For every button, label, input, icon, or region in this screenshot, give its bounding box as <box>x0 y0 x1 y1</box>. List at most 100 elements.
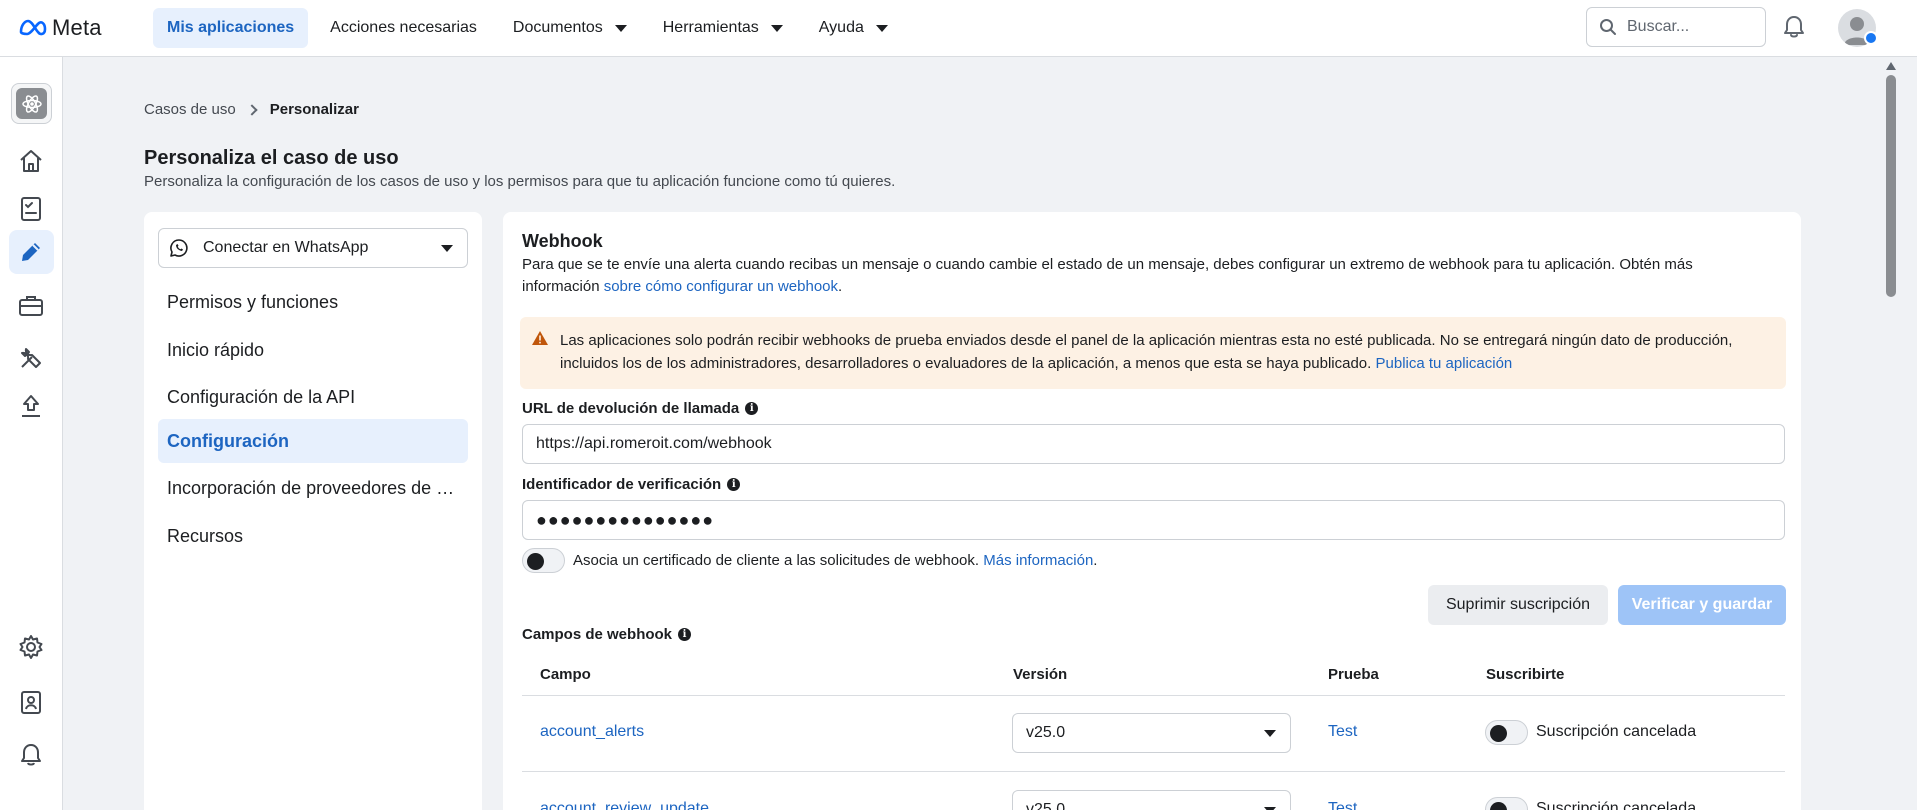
verify-token-input[interactable] <box>522 500 1785 540</box>
caret-down-icon <box>1264 730 1276 737</box>
publish-app-link[interactable]: Publica tu aplicación <box>1376 355 1513 372</box>
nav-acciones-necesarias[interactable]: Acciones necesarias <box>316 8 491 48</box>
field-label-text: URL de devolución de llamada <box>522 400 740 417</box>
info-icon[interactable]: i <box>678 628 692 641</box>
sidebar-item-label: Incorporación de proveedores de … <box>167 477 455 498</box>
column-header-prueba: Prueba <box>1328 666 1379 683</box>
sidebar-item-permisos[interactable]: Permisos y funciones <box>158 280 468 324</box>
caret-down-icon <box>441 245 453 252</box>
breadcrumb: Casos de uso Personalizar <box>144 101 359 118</box>
table-divider <box>522 695 1785 696</box>
client-cert-text: Asocia un certificado de cliente a las s… <box>573 552 1097 569</box>
nav-herramientas[interactable]: Herramientas <box>649 8 797 48</box>
webhook-panel: Webhook Para que se te envíe una alerta … <box>503 212 1801 810</box>
atom-icon <box>16 88 47 119</box>
nav-label: Documentos <box>512 19 603 36</box>
subscribe-toggle[interactable] <box>1485 797 1528 810</box>
unsubscribe-button[interactable]: Suprimir suscripción <box>1428 585 1608 625</box>
sidebar-item-proveedores[interactable]: Incorporación de proveedores de … <box>158 466 468 510</box>
field-account-review-update[interactable]: account_review_update <box>540 800 709 810</box>
version-select[interactable]: v25.0 <box>1012 790 1291 810</box>
facebook-badge-icon <box>1864 31 1878 45</box>
nav-label: Acciones necesarias <box>330 19 477 36</box>
column-header-campo: Campo <box>540 666 591 683</box>
test-link[interactable]: Test <box>1328 723 1357 741</box>
sidebar-item-label: Recursos <box>167 525 244 546</box>
test-link[interactable]: Test <box>1328 800 1357 810</box>
meta-infinity-icon <box>19 19 47 36</box>
nav-label: Herramientas <box>662 19 759 36</box>
nav-mis-aplicaciones[interactable]: Mis aplicaciones <box>153 8 309 48</box>
nav-ayuda[interactable]: Ayuda <box>805 8 902 48</box>
sidebar-item-label: Configuración de la API <box>167 386 356 407</box>
page-title: Personaliza el caso de uso <box>144 147 399 169</box>
subscription-status: Suscripción cancelada <box>1536 723 1697 740</box>
callback-url-label: URL de devolución de llamada i <box>522 400 759 417</box>
sidebar-item-label: Configuración <box>167 430 289 451</box>
test-webhooks-alert: Las aplicaciones solo podrán recibir web… <box>520 317 1786 389</box>
breadcrumb-current: Personalizar <box>269 101 359 118</box>
home-icon[interactable] <box>15 145 47 177</box>
tools-icon[interactable] <box>15 342 47 374</box>
alert-text: Las aplicaciones solo podrán recibir web… <box>560 332 1733 372</box>
webhook-title: Webhook <box>522 231 603 251</box>
contact-card-icon[interactable] <box>15 686 47 718</box>
cert-end: . <box>1093 552 1098 569</box>
notifications-bell-icon[interactable] <box>1782 14 1806 45</box>
upload-icon[interactable] <box>15 390 47 422</box>
cert-text: Asocia un certificado de cliente a las s… <box>573 552 984 569</box>
search-input[interactable] <box>1627 18 1757 36</box>
sidebar-item-recursos[interactable]: Recursos <box>158 514 468 558</box>
chevron-right-icon <box>246 103 258 116</box>
meta-logo[interactable]: Meta <box>18 15 153 41</box>
caret-down-icon <box>770 24 783 32</box>
scroll-up-arrow-icon[interactable] <box>1886 62 1896 70</box>
table-divider <box>522 771 1785 772</box>
top-nav-bar: Meta Mis aplicaciones Acciones necesaria… <box>0 0 1917 57</box>
search-box[interactable] <box>1586 7 1766 47</box>
gear-icon[interactable] <box>15 631 47 663</box>
logo-text: Meta <box>52 15 102 40</box>
more-info-link[interactable]: Más información <box>983 552 1093 569</box>
column-header-suscribirte: Suscribirte <box>1486 666 1565 683</box>
breadcrumb-casos-de-uso[interactable]: Casos de uso <box>144 101 236 118</box>
info-icon[interactable]: i <box>745 402 759 415</box>
briefcase-icon[interactable] <box>15 290 47 322</box>
webhook-fields-label: Campos de webhook i <box>522 626 692 643</box>
page-subtitle: Personaliza la configuración de los caso… <box>144 173 896 190</box>
search-icon <box>1600 19 1616 35</box>
sidebar-item-config-api[interactable]: Configuración de la API <box>158 375 468 419</box>
caret-down-icon <box>614 24 627 32</box>
checklist-icon[interactable] <box>15 193 47 225</box>
nav-documentos[interactable]: Documentos <box>499 8 641 48</box>
warning-icon <box>532 331 548 345</box>
callback-url-input[interactable] <box>522 424 1785 464</box>
toggle-knob <box>1490 725 1507 742</box>
field-account-alerts[interactable]: account_alerts <box>540 723 644 741</box>
field-label-text: Campos de webhook <box>522 626 673 643</box>
version-value: v25.0 <box>1026 801 1066 810</box>
column-header-version: Versión <box>1013 666 1068 683</box>
sidebar-item-label: Inicio rápido <box>167 339 265 360</box>
subscription-status: Suscripción cancelada <box>1536 800 1697 810</box>
app-icon-button[interactable] <box>11 83 52 124</box>
info-icon[interactable]: i <box>727 478 741 491</box>
verify-token-label: Identificador de verificación i <box>522 476 741 493</box>
main-nav: Mis aplicaciones Acciones necesarias Doc… <box>153 0 910 57</box>
sidebar-item-configuracion[interactable]: Configuración <box>158 419 468 463</box>
subscribe-toggle[interactable] <box>1485 720 1528 745</box>
use-case-menu-panel: Conectar en WhatsApp Permisos y funcione… <box>144 212 482 810</box>
scrollbar-thumb[interactable] <box>1886 75 1896 297</box>
configure-webhook-link[interactable]: sobre cómo configurar un webhook <box>604 278 838 295</box>
client-cert-toggle[interactable] <box>522 548 565 573</box>
version-select[interactable]: v25.0 <box>1012 713 1291 753</box>
nav-label: Mis aplicaciones <box>167 19 295 36</box>
bell-icon[interactable] <box>15 739 47 771</box>
sidebar-item-inicio-rapido[interactable]: Inicio rápido <box>158 328 468 372</box>
left-rail <box>0 57 63 810</box>
verify-save-button[interactable]: Verificar y guardar <box>1618 585 1786 625</box>
pencil-icon[interactable] <box>15 236 47 268</box>
use-case-label: Conectar en WhatsApp <box>203 239 369 256</box>
use-case-dropdown[interactable]: Conectar en WhatsApp <box>158 228 468 268</box>
webhook-description: Para que se te envíe una alerta cuando r… <box>522 254 1772 298</box>
